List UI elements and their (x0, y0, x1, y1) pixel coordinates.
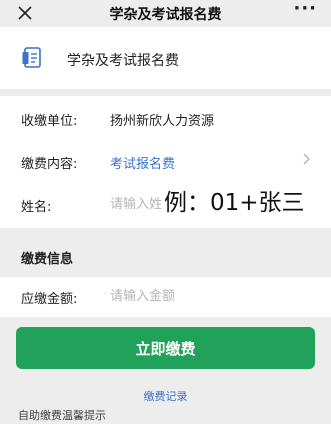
document-logo-icon (22, 47, 41, 68)
content-value[interactable]: 考试报名费 (110, 153, 175, 172)
name-example-hint: 例：01+张三 (162, 187, 307, 219)
payee-label: 收缴单位: (21, 114, 78, 129)
service-title: 学杂及考试报名费 (67, 53, 179, 69)
content-row[interactable]: 缴费内容: 考试报名费 (0, 153, 331, 173)
name-label: 姓名: (21, 200, 52, 215)
payment-records-link[interactable]: 缴费记录 (0, 388, 331, 404)
pay-now-button[interactable]: 立即缴费 (16, 327, 315, 369)
payment-info-title: 缴费信息 (21, 252, 74, 267)
payee-value: 扬州新欣人力资源 (110, 114, 215, 129)
amount-card: 应缴金额: (0, 277, 331, 317)
self-service-tips: 自助缴费温馨提示 (18, 409, 106, 422)
header-card: 学杂及考试报名费 (0, 27, 331, 89)
page-title: 学杂及考试报名费 (109, 7, 222, 23)
top-nav-bar: 学杂及考试报名费 ··· (0, 0, 331, 27)
content-label: 缴费内容: (21, 157, 78, 172)
more-options-button[interactable]: ··· (293, 0, 317, 19)
amount-label: 应缴金额: (21, 292, 78, 307)
amount-input[interactable] (110, 286, 230, 306)
chevron-right-icon (303, 153, 310, 165)
